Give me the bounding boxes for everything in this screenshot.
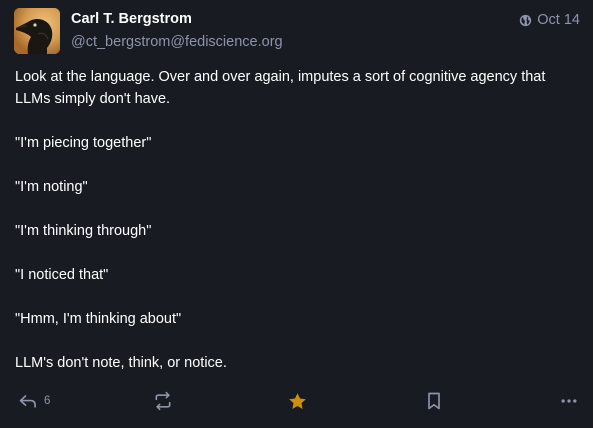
content-paragraph: "I noticed that" bbox=[15, 267, 109, 283]
content-paragraph: LLM's don't note, think, or notice. bbox=[15, 355, 227, 371]
display-name[interactable]: Carl T. Bergstrom bbox=[71, 10, 283, 28]
post-content: Look at the language. Over and over agai… bbox=[15, 66, 581, 396]
globe-icon bbox=[520, 14, 532, 26]
content-paragraph: "I'm noting" bbox=[15, 179, 88, 195]
account-handle[interactable]: @ct_bergstrom@fediscience.org bbox=[71, 33, 283, 51]
content-paragraph: "I'm thinking through" bbox=[15, 223, 152, 239]
bookmark-icon bbox=[428, 392, 440, 410]
reply-icon bbox=[19, 395, 36, 408]
post-date[interactable]: Oct 14 bbox=[537, 12, 580, 28]
content-paragraph: "I'm piecing together" bbox=[15, 135, 152, 151]
ellipsis-icon bbox=[561, 399, 577, 403]
action-bar: 6 bbox=[0, 388, 593, 414]
more-options-button[interactable] bbox=[559, 388, 579, 414]
avatar[interactable] bbox=[14, 8, 60, 54]
author-names: Carl T. Bergstrom @ct_bergstrom@fediscie… bbox=[71, 10, 283, 51]
boost-button[interactable] bbox=[153, 388, 173, 414]
boost-icon bbox=[155, 391, 171, 411]
post-meta: Oct 14 bbox=[519, 11, 580, 29]
star-icon bbox=[289, 392, 306, 409]
bookmark-button[interactable] bbox=[424, 388, 444, 414]
content-paragraph: Look at the language. Over and over agai… bbox=[15, 69, 546, 107]
reply-count: 6 bbox=[44, 395, 51, 407]
crow-avatar-icon bbox=[14, 8, 60, 54]
content-paragraph: "Hmm, I'm thinking about" bbox=[15, 311, 182, 327]
post-header: Carl T. Bergstrom @ct_bergstrom@fediscie… bbox=[14, 8, 580, 54]
favourite-button[interactable] bbox=[287, 388, 308, 414]
reply-button[interactable]: 6 bbox=[18, 388, 50, 414]
status-post: Carl T. Bergstrom @ct_bergstrom@fediscie… bbox=[0, 0, 593, 428]
